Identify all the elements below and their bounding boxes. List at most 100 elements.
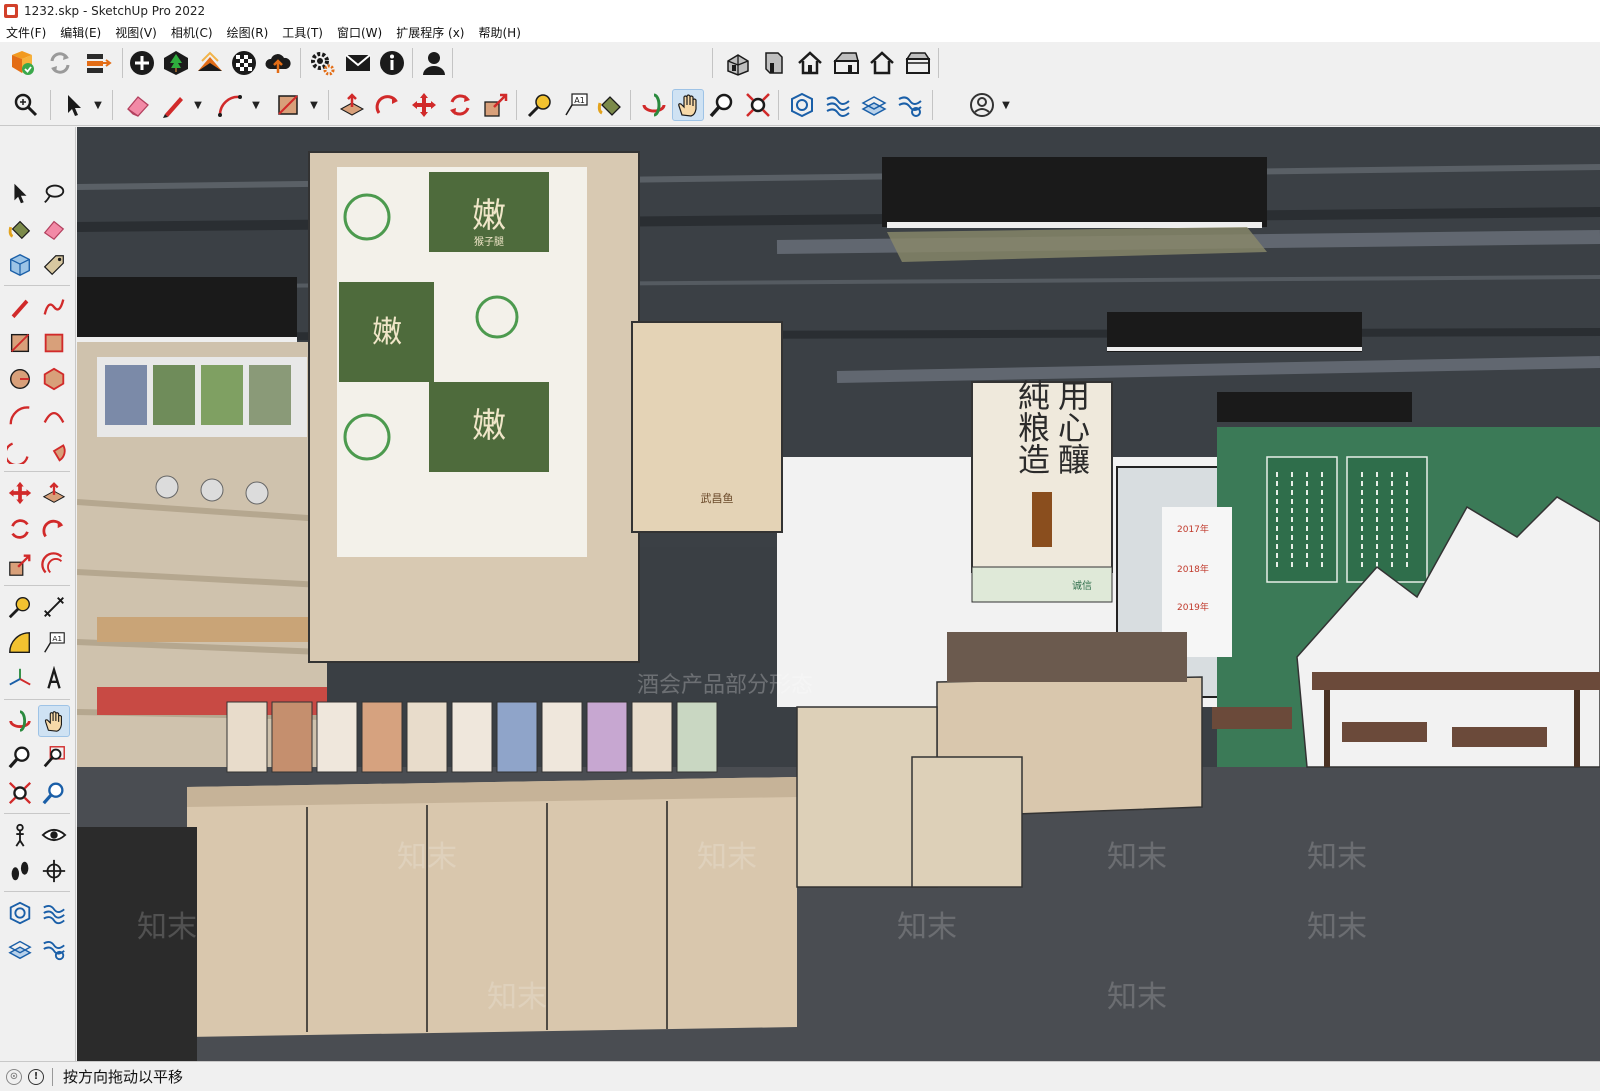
arc-icon[interactable] — [4, 399, 36, 431]
zoom-extents-icon[interactable] — [4, 777, 36, 809]
push-pull-icon[interactable] — [336, 89, 368, 121]
menu-view[interactable]: 视图(V) — [111, 24, 161, 41]
rotated-rectangle-icon[interactable] — [38, 327, 70, 359]
account-dropdown-caret[interactable]: ▼ — [1000, 89, 1012, 121]
select-dropdown-caret[interactable]: ▼ — [92, 89, 104, 121]
rectangle-dropdown-caret[interactable]: ▼ — [308, 89, 320, 121]
pencil-icon[interactable] — [158, 89, 190, 121]
arc-dropdown-caret[interactable]: ▼ — [250, 89, 262, 121]
select-icon[interactable] — [58, 89, 90, 121]
menu-help[interactable]: 帮助(H) — [474, 24, 524, 41]
extension-manager-icon[interactable] — [306, 47, 338, 79]
menu-camera[interactable]: 相机(C) — [167, 24, 217, 41]
rectangle-icon[interactable] — [272, 89, 304, 121]
3d-text-icon[interactable] — [38, 663, 70, 695]
scale-icon[interactable] — [4, 549, 36, 581]
zoom-tool-icon[interactable] — [706, 89, 738, 121]
solid-tools-icon[interactable] — [4, 897, 36, 929]
polygon-icon[interactable] — [38, 363, 70, 395]
3d-viewport[interactable]: 2017年 2018年 2019年 嫩 猴子腿 嫩 嫩 武昌鱼 用心釀 純粮造 … — [77, 127, 1600, 1061]
position-camera-icon[interactable] — [4, 819, 36, 851]
3d-warehouse-upload-icon[interactable] — [82, 47, 114, 79]
follow-me-icon[interactable] — [38, 513, 70, 545]
freehand-icon[interactable] — [38, 291, 70, 323]
previous-view-icon[interactable] — [38, 777, 70, 809]
follow-me-icon[interactable] — [372, 89, 404, 121]
sandbox-stamp-icon[interactable] — [858, 89, 890, 121]
info-icon[interactable] — [376, 47, 408, 79]
pan-icon[interactable] — [38, 705, 70, 737]
menu-window[interactable]: 窗口(W) — [333, 24, 386, 41]
iso-view-icon[interactable] — [722, 47, 754, 79]
rotate-icon[interactable] — [4, 513, 36, 545]
rotate-icon[interactable] — [444, 89, 476, 121]
line-icon[interactable] — [4, 291, 36, 323]
component-icon[interactable] — [4, 249, 36, 281]
sync-icon[interactable] — [44, 47, 76, 79]
front-view-icon[interactable] — [758, 47, 790, 79]
cloud-upload-icon[interactable] — [262, 47, 294, 79]
send-email-icon[interactable] — [342, 47, 374, 79]
protractor-icon[interactable] — [4, 627, 36, 659]
credit-info-icon[interactable]: ! — [28, 1068, 44, 1085]
walk-icon[interactable] — [4, 855, 36, 887]
arc-icon[interactable] — [214, 89, 246, 121]
layer-solid-icon[interactable] — [194, 47, 226, 79]
menu-extensions[interactable]: 扩展程序 (x) — [392, 24, 468, 41]
menu-file[interactable]: 文件(F) — [2, 24, 50, 41]
menu-draw[interactable]: 绘图(R) — [223, 24, 273, 41]
pencil-dropdown-caret[interactable]: ▼ — [192, 89, 204, 121]
terrain-icon[interactable] — [160, 47, 192, 79]
sandbox-stamp-icon[interactable] — [4, 933, 36, 965]
dimension-icon[interactable] — [38, 591, 70, 623]
circle-icon[interactable] — [4, 363, 36, 395]
rectangle-icon[interactable] — [4, 327, 36, 359]
text-icon[interactable]: A1 — [560, 89, 592, 121]
extension-warehouse-icon[interactable] — [6, 47, 38, 79]
orbit-icon[interactable] — [638, 89, 670, 121]
sandbox-flip-icon[interactable] — [894, 89, 926, 121]
solid-tools-icon[interactable] — [786, 89, 818, 121]
move-icon[interactable] — [408, 89, 440, 121]
sandbox-from-contours-icon[interactable] — [822, 89, 854, 121]
tape-measure-icon[interactable] — [524, 89, 556, 121]
axes-icon[interactable] — [4, 663, 36, 695]
left-view-icon[interactable] — [902, 47, 934, 79]
zoom-icon[interactable] — [4, 741, 36, 773]
lasso-select-icon[interactable] — [38, 177, 70, 209]
two-point-arc-icon[interactable] — [38, 399, 70, 431]
sandbox-flip-icon[interactable] — [38, 933, 70, 965]
paint-bucket-icon[interactable] — [4, 213, 36, 245]
zoom-extents-icon[interactable] — [742, 89, 774, 121]
pan-icon[interactable] — [672, 89, 704, 121]
user-account-icon[interactable] — [418, 47, 450, 79]
geolocation-icon[interactable]: ⊙ — [6, 1068, 22, 1085]
offset-icon[interactable] — [38, 549, 70, 581]
orbit-icon[interactable] — [4, 705, 36, 737]
eraser-icon[interactable] — [38, 213, 70, 245]
look-around-icon[interactable] — [38, 819, 70, 851]
paint-bucket-icon[interactable] — [594, 89, 626, 121]
select-icon[interactable] — [4, 177, 36, 209]
top-house-icon[interactable] — [794, 47, 826, 79]
sandbox-from-contours-icon[interactable] — [38, 897, 70, 929]
checker-texture-icon[interactable] — [228, 47, 260, 79]
add-location-icon[interactable] — [126, 47, 158, 79]
menu-tools[interactable]: 工具(T) — [278, 24, 327, 41]
right-view-icon[interactable] — [830, 47, 862, 79]
tape-measure-icon[interactable] — [4, 591, 36, 623]
text-icon[interactable]: A1 — [38, 627, 70, 659]
zoom-window-icon[interactable] — [38, 741, 70, 773]
push-pull-icon[interactable] — [38, 477, 70, 509]
move-icon[interactable] — [4, 477, 36, 509]
scale-icon[interactable] — [480, 89, 512, 121]
back-view-icon[interactable] — [866, 47, 898, 79]
menu-edit[interactable]: 编辑(E) — [56, 24, 105, 41]
tag-icon[interactable] — [38, 249, 70, 281]
pie-icon[interactable] — [38, 435, 70, 467]
account-icon[interactable] — [966, 89, 998, 121]
zoom-icon[interactable] — [10, 89, 42, 121]
three-point-arc-icon[interactable] — [4, 435, 36, 467]
eraser-icon[interactable] — [122, 89, 154, 121]
section-plane-icon[interactable] — [38, 855, 70, 887]
